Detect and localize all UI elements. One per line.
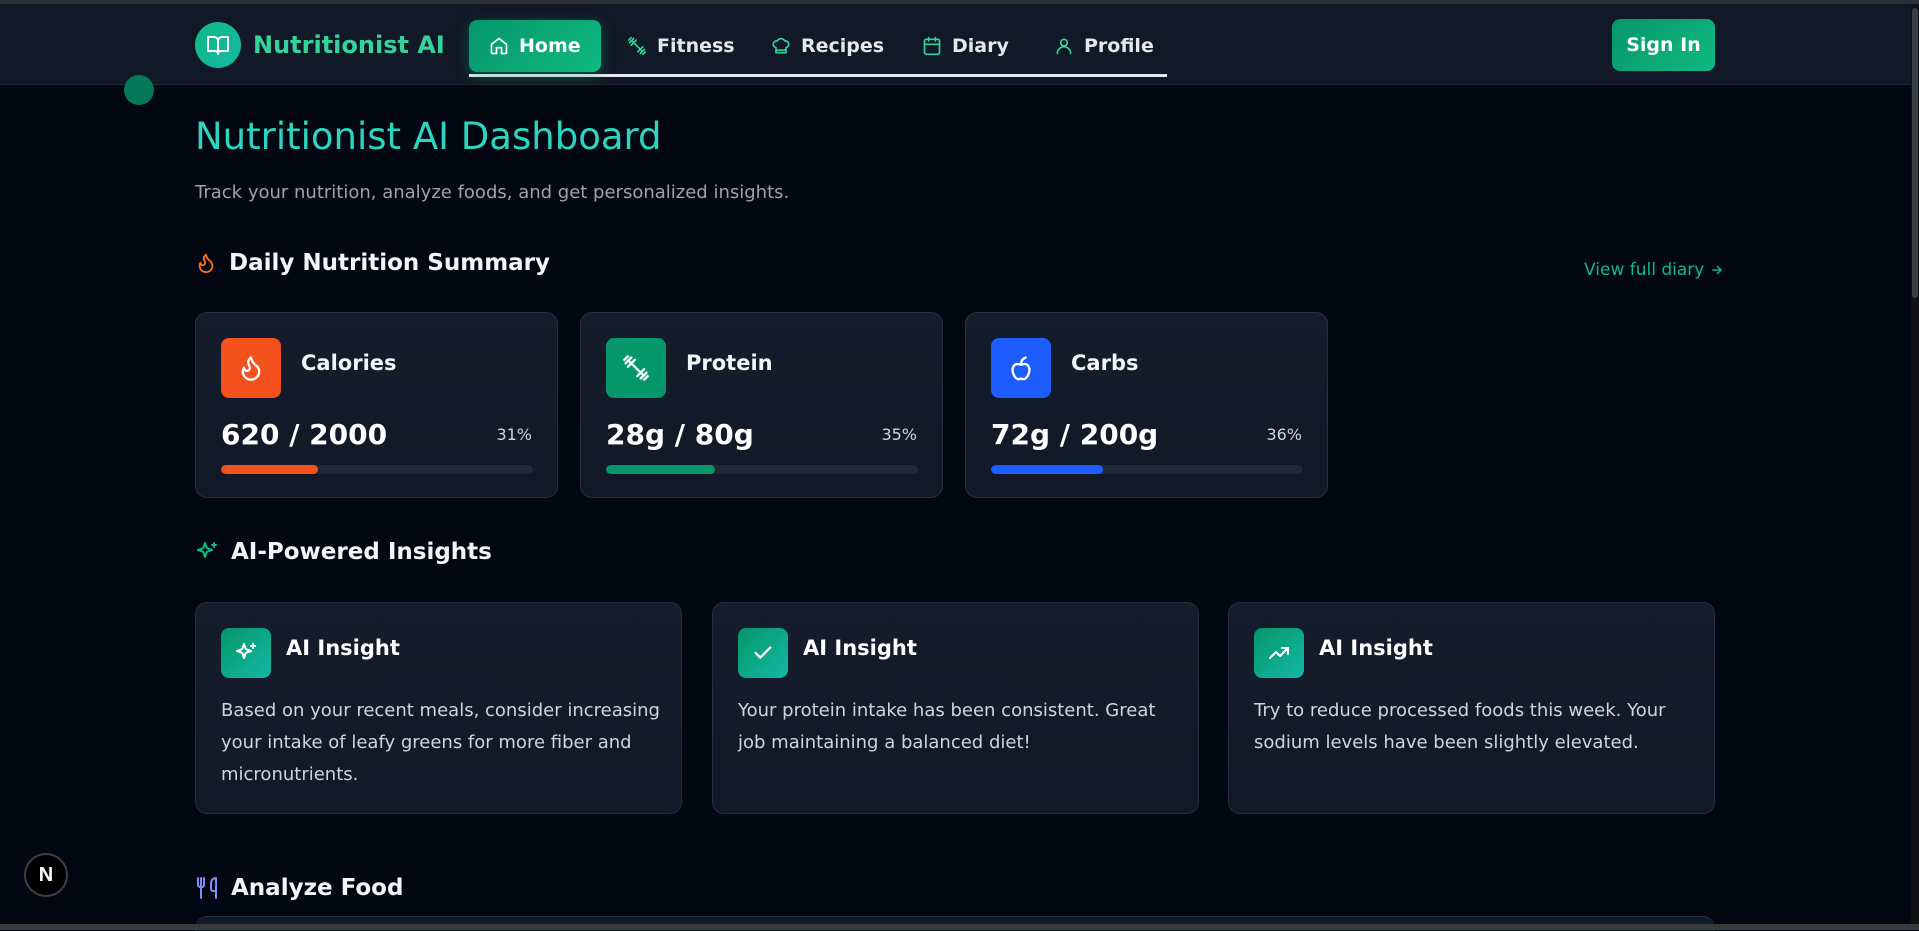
nutrition-percent: 35% xyxy=(881,425,917,444)
insight-card: AI Insight Based on your recent meals, c… xyxy=(195,602,682,814)
dev-tools-badge-letter: N xyxy=(38,863,54,886)
progress-bar xyxy=(221,465,533,474)
nutrition-card-calories: Calories 620 / 2000 31% xyxy=(195,312,558,498)
check-icon xyxy=(738,628,788,678)
insights-title: AI-Powered Insights xyxy=(231,539,492,565)
nutrition-percent: 31% xyxy=(496,425,532,444)
analyze-food-heading: Analyze Food xyxy=(195,875,403,901)
page-title: Nutritionist AI Dashboard xyxy=(195,115,662,158)
progress-fill xyxy=(606,465,716,474)
nav-fitness[interactable]: Fitness xyxy=(627,20,735,72)
calendar-icon xyxy=(923,36,941,56)
nutrition-value: 620 / 2000 xyxy=(221,418,388,451)
nav-profile-label: Profile xyxy=(1084,35,1154,57)
dumbbell-icon xyxy=(627,36,647,56)
window-bottom-strip xyxy=(0,924,1919,930)
flame-icon xyxy=(198,253,214,274)
nutrition-percent: 36% xyxy=(1266,425,1302,444)
progress-bar xyxy=(606,465,918,474)
nav-diary[interactable]: Diary xyxy=(922,20,1009,72)
page-subtitle: Track your nutrition, analyze foods, and… xyxy=(195,182,790,203)
sparkles-icon xyxy=(197,542,217,558)
chef-hat-icon xyxy=(772,37,790,54)
nav-home-label: Home xyxy=(519,35,581,57)
top-navbar: Nutritionist AI Home Fitness Recipes Dia… xyxy=(0,4,1911,85)
brand-logo[interactable]: Nutritionist AI xyxy=(195,22,445,68)
main-nav: Home Fitness Recipes Diary Profile xyxy=(469,16,1167,77)
nutrition-card-protein: Protein 28g / 80g 35% xyxy=(580,312,943,498)
arrow-right-icon xyxy=(1712,265,1723,275)
view-full-diary-link[interactable]: View full diary xyxy=(1584,260,1724,280)
nav-recipes[interactable]: Recipes xyxy=(771,20,884,72)
insight-text: Your protein intake has been consistent.… xyxy=(738,700,1156,753)
nutrition-label: Calories xyxy=(301,351,397,375)
brand-name: Nutritionist AI xyxy=(253,31,445,59)
nav-diary-label: Diary xyxy=(952,35,1009,57)
scrollbar-thumb[interactable] xyxy=(1912,8,1918,298)
nutrition-value: 72g / 200g xyxy=(991,418,1159,451)
insight-text: Based on your recent meals, consider inc… xyxy=(221,700,660,785)
insight-card: AI Insight Try to reduce processed foods… xyxy=(1228,602,1715,814)
analyze-food-title: Analyze Food xyxy=(231,875,404,901)
progress-fill xyxy=(991,465,1104,474)
progress-fill xyxy=(221,465,318,474)
page-scrollbar[interactable] xyxy=(1911,4,1919,924)
sparkles-icon xyxy=(221,628,271,678)
dumbbell-icon xyxy=(606,338,666,398)
daily-summary-heading: Daily Nutrition Summary xyxy=(195,250,550,276)
status-dot xyxy=(124,75,154,105)
view-full-diary-label: View full diary xyxy=(1584,260,1705,280)
utensils-icon xyxy=(197,877,217,899)
flame-icon xyxy=(221,338,281,398)
nutrition-value: 28g / 80g xyxy=(606,418,754,451)
nav-home[interactable]: Home xyxy=(469,20,601,72)
home-icon xyxy=(490,37,508,55)
insight-card: AI Insight Your protein intake has been … xyxy=(712,602,1199,814)
insight-title: AI Insight xyxy=(286,636,400,660)
trending-up-icon xyxy=(1254,628,1304,678)
insight-text: Try to reduce processed foods this week.… xyxy=(1254,700,1666,753)
nutrition-label: Carbs xyxy=(1071,351,1139,375)
nav-fitness-label: Fitness xyxy=(657,35,735,57)
nutrition-card-carbs: Carbs 72g / 200g 36% xyxy=(965,312,1328,498)
nutrition-label: Protein xyxy=(686,351,773,375)
nav-profile[interactable]: Profile xyxy=(1054,20,1154,72)
progress-bar xyxy=(991,465,1303,474)
daily-summary-title: Daily Nutrition Summary xyxy=(229,250,551,276)
insight-title: AI Insight xyxy=(803,636,917,660)
sign-in-button[interactable]: Sign In xyxy=(1612,19,1715,71)
nav-recipes-label: Recipes xyxy=(801,35,885,57)
user-icon xyxy=(1056,38,1072,55)
apple-icon xyxy=(991,338,1051,398)
insight-title: AI Insight xyxy=(1319,636,1433,660)
dev-tools-badge[interactable]: N xyxy=(24,853,68,897)
book-open-icon xyxy=(195,22,241,68)
insights-heading: AI-Powered Insights xyxy=(195,539,492,565)
